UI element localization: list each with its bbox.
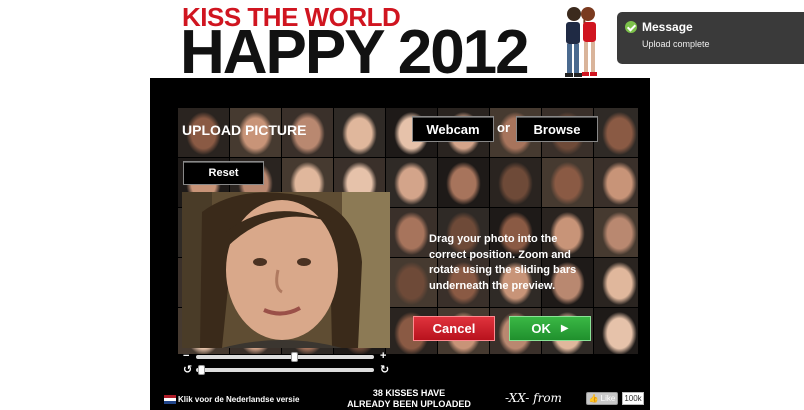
signature: -XX- from — [505, 391, 562, 405]
zoom-handle[interactable] — [290, 352, 298, 362]
rotate-right-icon[interactable]: ↻ — [380, 363, 389, 376]
browse-button[interactable]: Browse — [516, 116, 598, 142]
rotate-track[interactable] — [196, 368, 374, 372]
reset-button[interactable]: Reset — [183, 161, 264, 185]
zoom-in-icon[interactable]: + — [380, 350, 386, 362]
zoom-slider[interactable]: − + — [183, 350, 389, 363]
mosaic-tile — [334, 108, 385, 157]
mosaic-tile — [594, 258, 638, 307]
headline: HAPPY 2012 — [180, 18, 530, 87]
rotate-left-icon[interactable]: ↺ — [183, 363, 192, 376]
mosaic-tile — [438, 158, 489, 207]
mosaic-tile — [594, 208, 638, 257]
thumbs-up-icon: 👍 — [588, 394, 599, 403]
notification-toast[interactable]: Message Upload complete — [617, 12, 804, 64]
toast-message: Upload complete — [642, 39, 710, 49]
kisses-line-2: ALREADY BEEN UPLOADED — [347, 399, 471, 409]
or-label: or — [497, 120, 510, 135]
mosaic-tile — [542, 158, 593, 207]
kisses-line-1: 38 KISSES HAVE — [372, 388, 446, 398]
like-button[interactable]: 👍 Like — [586, 392, 618, 405]
check-circle-icon — [625, 21, 637, 33]
mosaic-tile — [594, 158, 638, 207]
upload-title: UPLOAD PICTURE — [182, 122, 307, 138]
dutch-flag-icon[interactable] — [164, 395, 176, 404]
rotate-handle[interactable] — [198, 365, 206, 375]
instructions-text: Drag your photo into the correct positio… — [429, 233, 577, 292]
cancel-button[interactable]: Cancel — [413, 316, 495, 341]
dutch-version-link[interactable]: Klik voor de Nederlandse versie — [178, 395, 299, 404]
chevron-right-icon: ▶ — [560, 323, 569, 334]
mosaic-tile — [490, 158, 541, 207]
photo-preview[interactable] — [182, 192, 390, 348]
zoom-track[interactable] — [196, 355, 374, 359]
kisses-counter: 38 KISSES HAVE ALREADY BEEN UPLOADED — [339, 388, 479, 410]
ok-button[interactable]: OK ▶ — [509, 316, 591, 341]
toast-title: Message — [642, 20, 693, 34]
like-count: 100k — [622, 392, 644, 405]
webcam-button[interactable]: Webcam — [412, 116, 494, 142]
portrait-photo — [182, 192, 390, 348]
page: KISS THE WORLD HAPPY 2012 Message Upload… — [0, 0, 804, 410]
mosaic-tile — [386, 158, 437, 207]
zoom-out-icon[interactable]: − — [183, 350, 189, 362]
rotate-slider[interactable]: ↺ ↻ — [183, 364, 389, 376]
ok-label: OK — [531, 321, 551, 336]
like-label: Like — [600, 394, 616, 403]
mosaic-tile — [594, 108, 638, 157]
mosaic-tile — [594, 308, 638, 354]
